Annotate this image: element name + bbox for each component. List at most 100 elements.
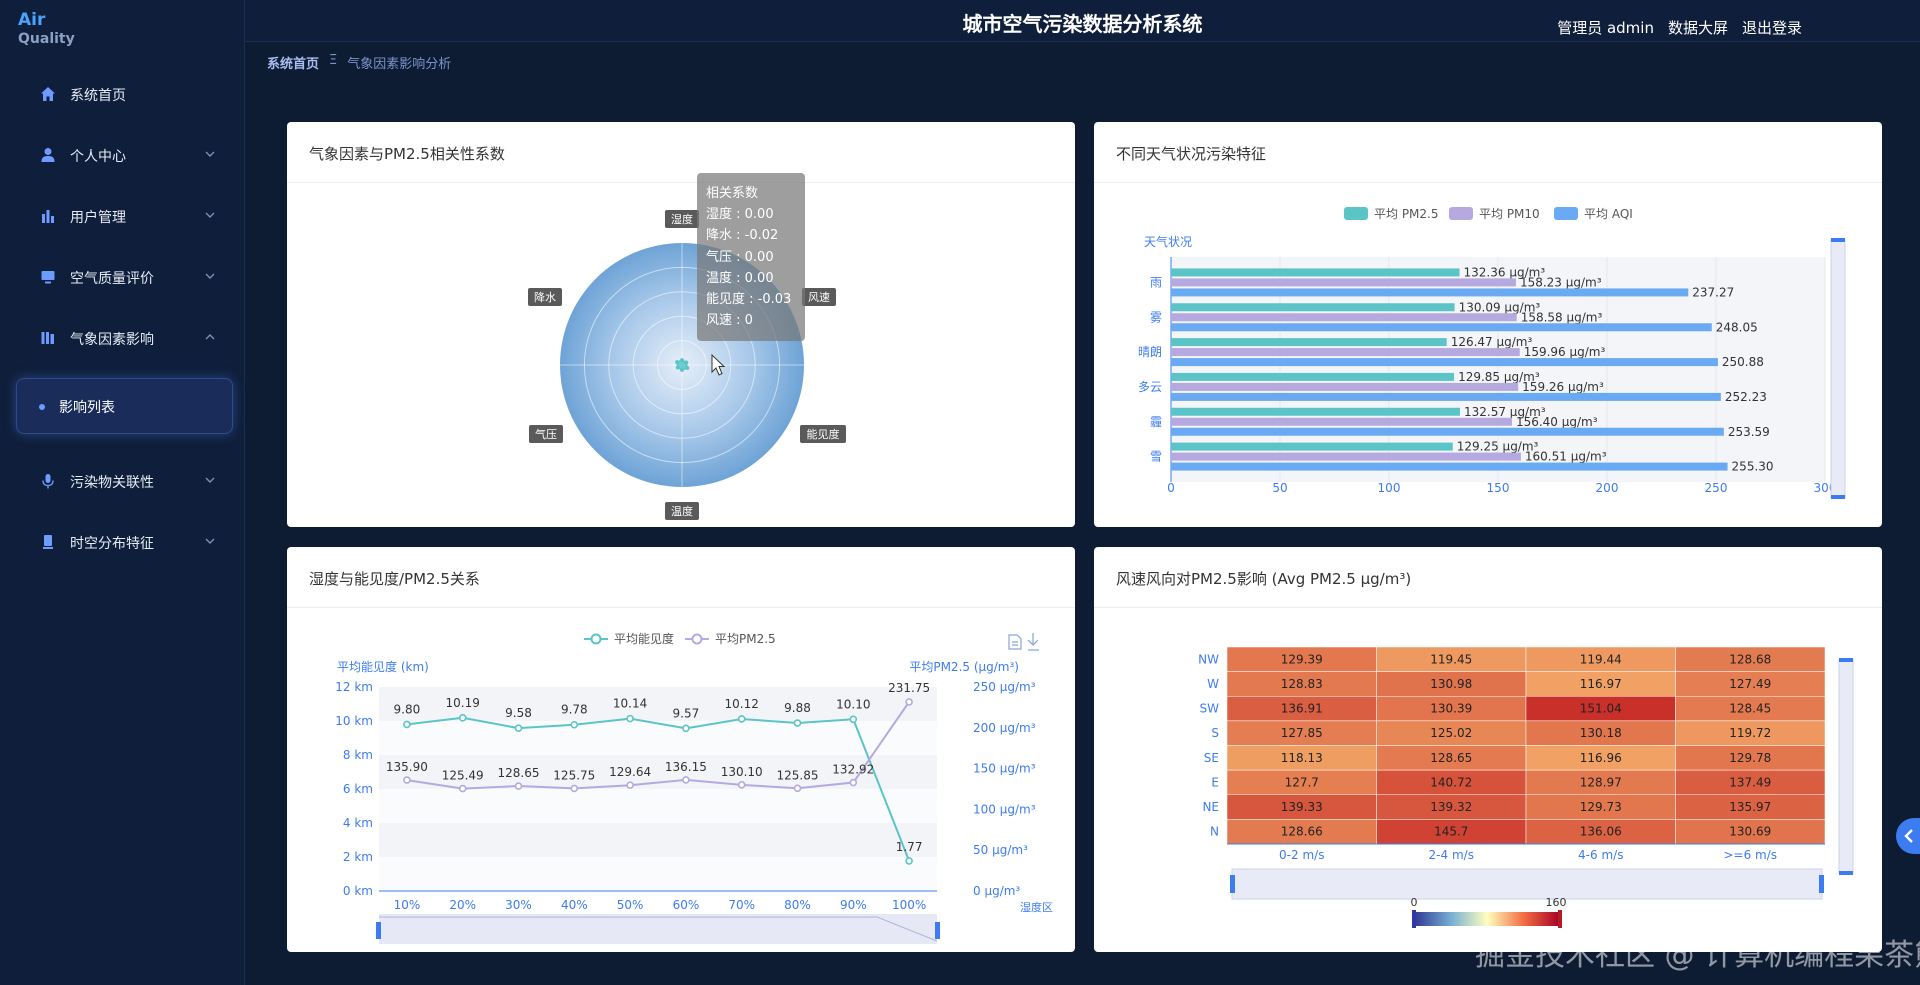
bar-value-label: 158.23 μg/m³ [1520,275,1602,289]
bar [1171,407,1461,416]
sidebar-item-spatiotemporal[interactable]: 时空分布特征 [0,522,245,562]
y-tick-label: 多云 [1138,380,1162,394]
top-header: 城市空气污染数据分析系统 管理员 admin 数据大屏 退出登录 [245,0,1920,42]
zoom-slider-track [1838,659,1854,874]
heatmap-row-label: SE [1204,751,1219,765]
y-tick-label-right: 0 μg/m³ [973,884,1020,898]
y-tick-label: 雨 [1150,275,1162,289]
plot-band [379,721,937,755]
series-point [849,778,858,787]
plot-band [379,857,937,891]
bar [1171,288,1689,297]
series-point [403,776,411,784]
user-name[interactable]: 管理员 admin [1557,17,1654,38]
series-point [626,714,634,723]
series-point [626,781,634,790]
active-dot-icon [39,404,45,410]
x-tick-label: 40% [561,898,588,912]
data-screen-link[interactable]: 数据大屏 [1668,17,1728,38]
bar-value-label: 158.58 μg/m³ [1521,310,1603,324]
series-point [737,715,746,723]
y-tick-label-left: 8 km [343,748,373,762]
heatmap-cell-label: 127.49 [1729,677,1771,691]
humidity-line-chart[interactable]: 平均能见度 平均PM2.5 平均能见度 (km) 平均PM2.5 (μg/m³) 0 k… [287,547,1075,952]
header-links: 管理员 admin 数据大屏 退出登录 [1557,17,1802,38]
radar-chart[interactable]: 湿度风速能见度温度 气压 降水 [287,122,1075,527]
sidebar-item-label: 空气质量评价 [70,271,154,287]
sidebar-item-users[interactable]: 用户管理 [0,196,245,236]
heatmap-cell-label: 140.72 [1430,775,1472,789]
sidebar-subitem-impact-list[interactable]: 影响列表 [16,378,233,434]
sidebar-item-weather-factors[interactable]: 气象因素影响 [0,318,245,358]
chevron-down-icon [205,273,215,279]
y-axis-title: 天气状况 [1144,234,1192,249]
bar [1171,462,1728,471]
radar-indicator-label: 能见度 [807,427,840,441]
series-value-label: 135.90 [386,760,428,774]
heatmap-cell-label: 135.97 [1729,800,1771,814]
bar [1171,382,1519,391]
heatmap-cell-label: 128.68 [1729,652,1771,666]
legend-label: 平均PM2.5 [715,632,776,646]
library-icon [41,332,54,344]
wind-heatmap-chart[interactable]: NW 129.39 119.45 119.44 128.68 W 128.83 130.98 1… [1094,547,1882,952]
y-tick-label-left: 12 km [335,680,373,694]
heatmap-cell-label: 136.06 [1580,825,1622,839]
heatmap-cell-label: 130.69 [1729,825,1771,839]
bar-value-label: 156.40 μg/m³ [1516,415,1598,429]
y-tick-label-right: 250 μg/m³ [973,680,1036,694]
sidebar-item-pollutant-correlation[interactable]: 污染物关联性 [0,461,245,501]
sidebar-item-home[interactable]: 系统首页 [0,74,245,114]
visual-map-handle [1558,910,1562,928]
zoom-slider-handle [1819,875,1824,893]
y-tick-label-right: 50 μg/m³ [973,843,1028,857]
heatmap-row-label: W [1207,677,1219,691]
radar-data-point [685,366,690,371]
radar-data-point [680,358,684,363]
logo-line1: Air [18,10,46,30]
panel-wind-heatmap: 风速风向对PM2.5影响 (Avg PM2.5 μg/m³) NW 129.39 1… [1094,547,1882,952]
bar [1171,372,1455,381]
heatmap-cell-label: 139.32 [1430,800,1472,814]
logout-link[interactable]: 退出登录 [1742,17,1802,38]
bar-value-label: 253.59 [1728,425,1770,439]
breadcrumb-current: 气象因素影响分析 [347,57,452,72]
y-axis-left-title: 平均能见度 (km) [337,659,429,674]
zoom-slider-handle [1230,875,1235,893]
x-tick-label: 250 [1705,481,1728,495]
series-value-label: 231.75 [888,681,930,695]
visual-map-max: 160 [1546,896,1567,909]
bar [1171,452,1521,461]
collapse-handle[interactable] [1896,818,1920,854]
weather-bar-chart[interactable]: 平均 PM2.5 平均 PM10 平均 AQI 天气状况 0 50 100 150 200 250… [1094,122,1882,527]
heatmap-row-label: E [1211,775,1219,789]
x-tick-label: 10% [394,898,421,912]
tooltip-title: 相关系数 [706,186,759,201]
bar [1171,417,1512,426]
heatmap-cell-label: 130.39 [1430,702,1472,716]
series-value-label: 1.77 [896,840,923,854]
sidebar-item-profile[interactable]: 个人中心 [0,135,245,175]
x-tick-label: 20% [449,898,476,912]
bar-value-label: 160.51 μg/m³ [1525,450,1607,464]
sidebar-subitem-label: 影响列表 [59,400,115,416]
sidebar-item-air-quality[interactable]: 空气质量评价 [0,257,245,297]
heatmap-cell-label: 145.7 [1434,825,1468,839]
bar [1171,427,1724,436]
sidebar-item-label: 时空分布特征 [70,536,154,552]
heatmap-row-label: N [1210,825,1219,839]
breadcrumb-home[interactable]: 系统首页 [267,53,319,72]
y-tick-label-right: 200 μg/m³ [973,721,1036,735]
x-tick-label: 50 [1272,481,1287,495]
bar [1171,442,1453,451]
monitor-icon [41,271,55,284]
series-point [682,776,690,784]
bar-chart-icon [42,210,54,223]
series-value-label: 125.85 [777,768,819,782]
bar-value-label: 126.47 μg/m³ [1451,335,1533,349]
sidebar-item-label: 系统首页 [70,88,126,104]
x-tick-label: 60% [673,898,700,912]
x-axis-title: 湿度区 [1020,900,1053,914]
series-value-label: 136.15 [665,760,707,774]
legend-swatch [1344,207,1368,220]
